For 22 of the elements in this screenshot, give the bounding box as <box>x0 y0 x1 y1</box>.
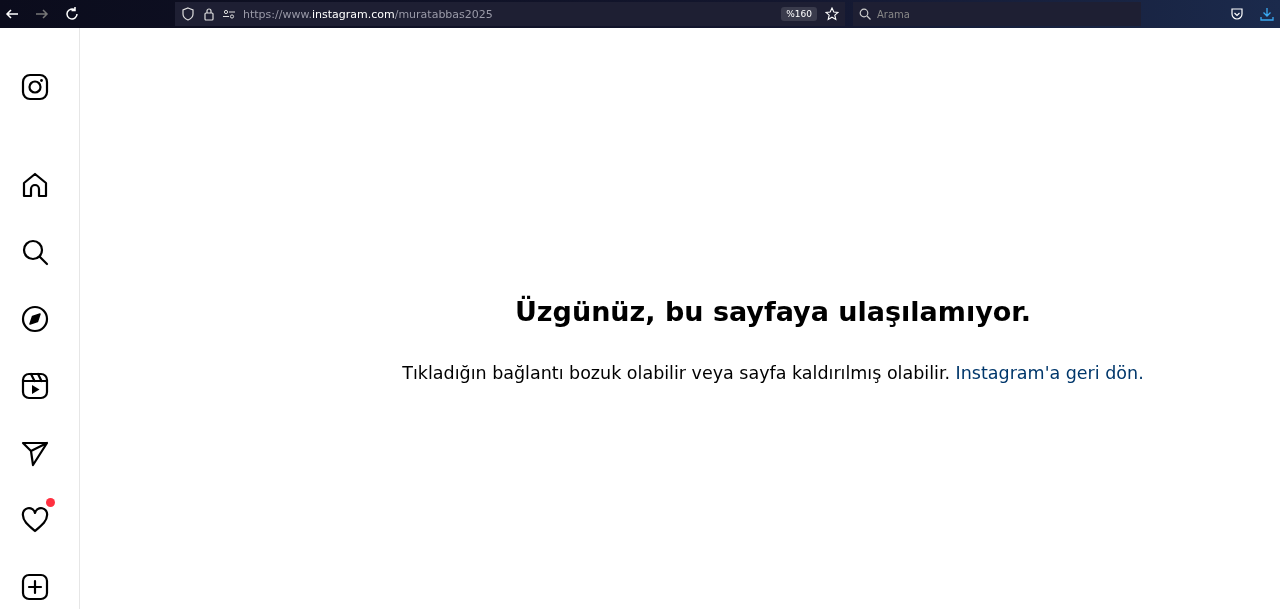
reload-icon[interactable] <box>64 6 80 22</box>
shield-icon[interactable] <box>181 7 195 21</box>
star-icon[interactable] <box>825 7 839 21</box>
permissions-icon[interactable] <box>223 8 235 20</box>
heart-icon[interactable] <box>21 506 49 534</box>
url-text: https://www.instagram.com/muratabbas2025 <box>243 7 493 21</box>
zoom-level[interactable]: %160 <box>781 7 817 21</box>
download-icon[interactable] <box>1260 7 1274 21</box>
search-icon[interactable] <box>21 238 49 266</box>
compass-icon[interactable] <box>21 305 49 333</box>
lock-icon[interactable] <box>203 7 215 21</box>
instagram-logo-icon[interactable] <box>21 73 49 101</box>
error-message: Tıkladığın bağlantı bozuk olabilir veya sayfa kaldırılmış olabilir. Instagram'a geri dön. <box>402 363 1144 383</box>
pocket-icon[interactable] <box>1230 7 1244 21</box>
back-to-instagram-link[interactable]: Instagram'a geri dön. <box>955 363 1144 383</box>
plus-square-icon[interactable] <box>21 573 49 601</box>
address-bar[interactable]: https://www.instagram.com/muratabbas2025 %160 <box>175 2 845 26</box>
paper-plane-icon[interactable] <box>21 439 49 467</box>
video-icon[interactable] <box>21 372 49 400</box>
search-field[interactable]: Arama <box>853 2 1141 26</box>
home-icon[interactable] <box>21 171 49 199</box>
error-title: Üzgünüz, bu sayfaya ulaşılamıyor. <box>514 296 1032 327</box>
